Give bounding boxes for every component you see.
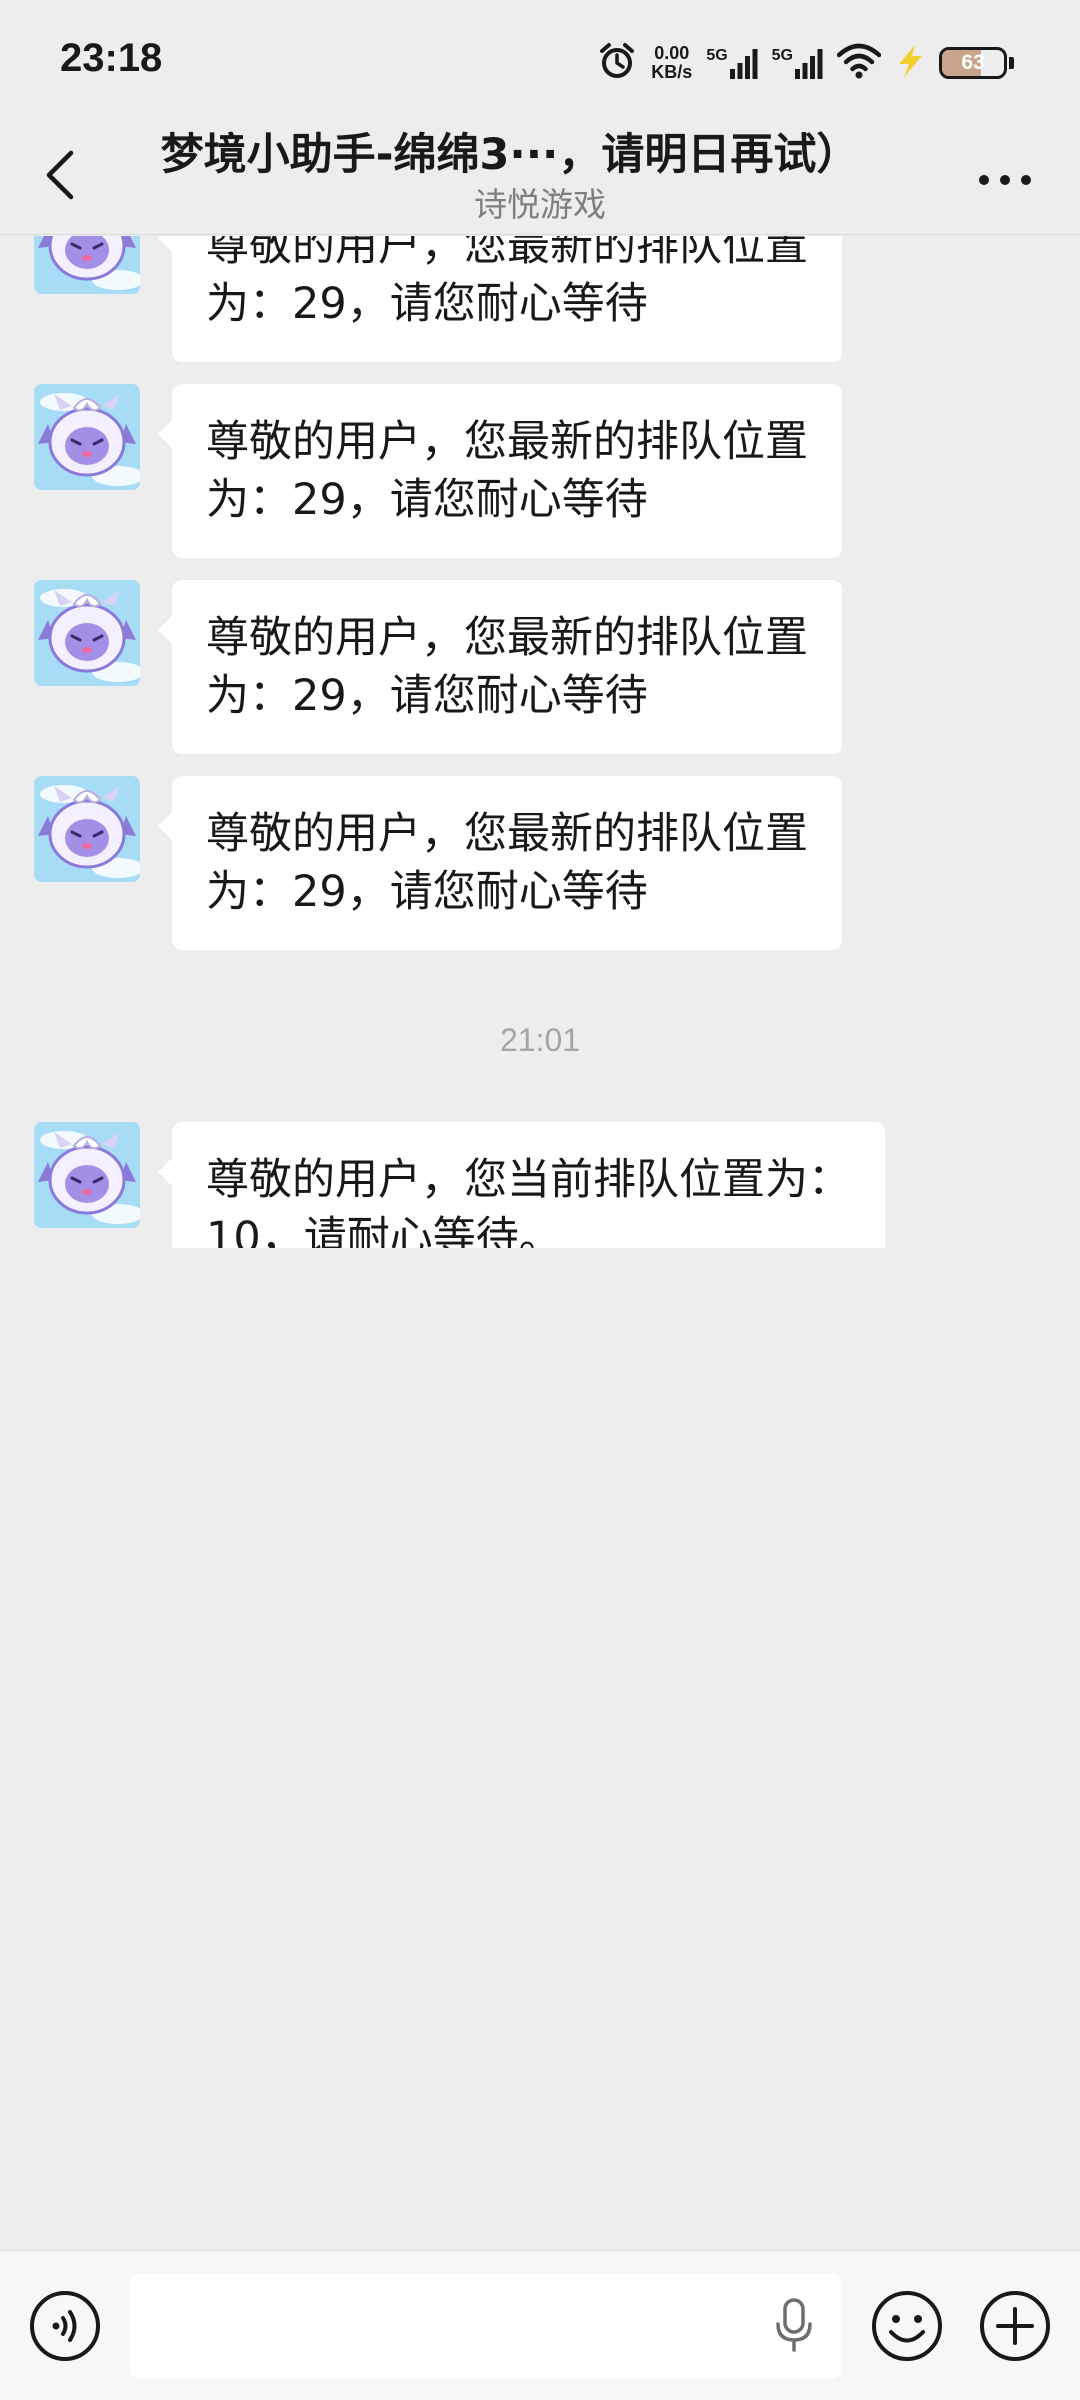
status-bar: 23:18 0.00 KB/s 5G 5G 63 [0,0,1080,120]
incoming-message: 尊敬的用户，您最新的排队位置 为：29，请您耐心等待 [0,384,1080,558]
voice-mode-icon [30,2291,100,2361]
alarm-icon [597,41,637,85]
emoji-button[interactable] [868,2287,946,2365]
battery-cap [1009,57,1014,69]
battery-indicator: 63 [939,47,1007,79]
signal-sim2: 5G [772,47,823,79]
message-bubble[interactable]: 尊敬的用户，您最新的排队位置 为：29，请您耐心等待 [158,580,842,754]
message-text: 尊敬的用户，您最新的排队位置 为：29，请您耐心等待 [206,809,808,917]
message-bubble[interactable]: 尊敬的用户，您最新的排队位置 为：29，请您耐心等待 [158,384,842,558]
input-bar [0,2250,1080,2400]
network-speed-value: 0.00 [654,43,690,63]
bot-avatar[interactable] [34,776,140,882]
message-text: 尊敬的用户，您最新的排队位置 为：29，请您耐心等待 [206,613,808,721]
microphone-button[interactable] [766,2295,822,2357]
bot-avatar[interactable] [34,236,140,294]
network-speed: 0.00 KB/s [651,44,692,82]
message-timestamp: 21:01 [499,1022,581,1058]
chat-header: 梦境小助手-绵绵3···，请明日再试） 诗悦游戏 [0,120,1080,235]
microphone-icon [776,2298,812,2352]
incoming-message: 尊敬的用户，您最新的排队位置 为：29，请您耐心等待 [0,236,1080,362]
signal-sim1: 5G [706,47,758,79]
incoming-message: 尊敬的用户，您最新的排队位置 为：29，请您耐心等待 [0,580,1080,754]
network-type-sim1: 5G [706,47,728,64]
message-bubble[interactable]: 尊敬的用户，您当前排队位置为： 10，请耐心等待。 [158,1122,885,1248]
more-dots-icon [979,175,1031,185]
message-bubble[interactable]: 尊敬的用户，您最新的排队位置 为：29，请您耐心等待 [158,776,842,950]
plus-icon [980,2291,1050,2361]
charging-bolt-icon [895,44,925,82]
signal-bars-icon [729,49,758,79]
incoming-message: 尊敬的用户，您最新的排队位置 为：29，请您耐心等待 [0,776,1080,950]
message-bubble[interactable]: 尊敬的用户，您最新的排队位置 为：29，请您耐心等待 [158,236,842,362]
signal-bars-icon [795,49,823,79]
bot-avatar[interactable] [34,384,140,490]
chat-subtitle: 诗悦游戏 [474,185,606,224]
emoji-icon [872,2291,942,2361]
chevron-left-icon [46,150,74,200]
message-list[interactable]: 尊敬的用户，您最新的排队位置 为：29，请您耐心等待 尊敬的用户，您最新的排队位置… [0,236,1080,1248]
chat-title: 梦境小助手-绵绵3···，请明日再试） [160,130,860,180]
battery-level: 63 [961,51,985,74]
message-input[interactable] [130,2273,842,2379]
network-speed-unit: KB/s [651,62,693,82]
status-time: 23:18 [60,36,163,80]
message-text: 尊敬的用户，您最新的排队位置 为：29，请您耐心等待 [206,417,808,525]
back-button[interactable] [30,140,90,210]
voice-mode-button[interactable] [26,2287,104,2365]
bot-avatar[interactable] [34,1122,140,1228]
message-list-content: 尊敬的用户，您最新的排队位置 为：29，请您耐心等待 尊敬的用户，您最新的排队位置… [0,236,1080,1248]
message-text: 尊敬的用户，您最新的排队位置 为：29，请您耐心等待 [206,236,808,329]
wifi-icon [836,43,882,83]
incoming-message: 尊敬的用户，您当前排队位置为： 10，请耐心等待。 [0,1122,1080,1248]
more-functions-button[interactable] [976,2287,1054,2365]
network-type-sim2: 5G [771,47,793,64]
bot-avatar[interactable] [34,580,140,686]
more-options-button[interactable] [970,160,1040,200]
status-icons: 0.00 KB/s 5G 5G 63 [597,38,1014,88]
message-text: 尊敬的用户，您当前排队位置为： 10，请耐心等待。 [206,1155,851,1248]
